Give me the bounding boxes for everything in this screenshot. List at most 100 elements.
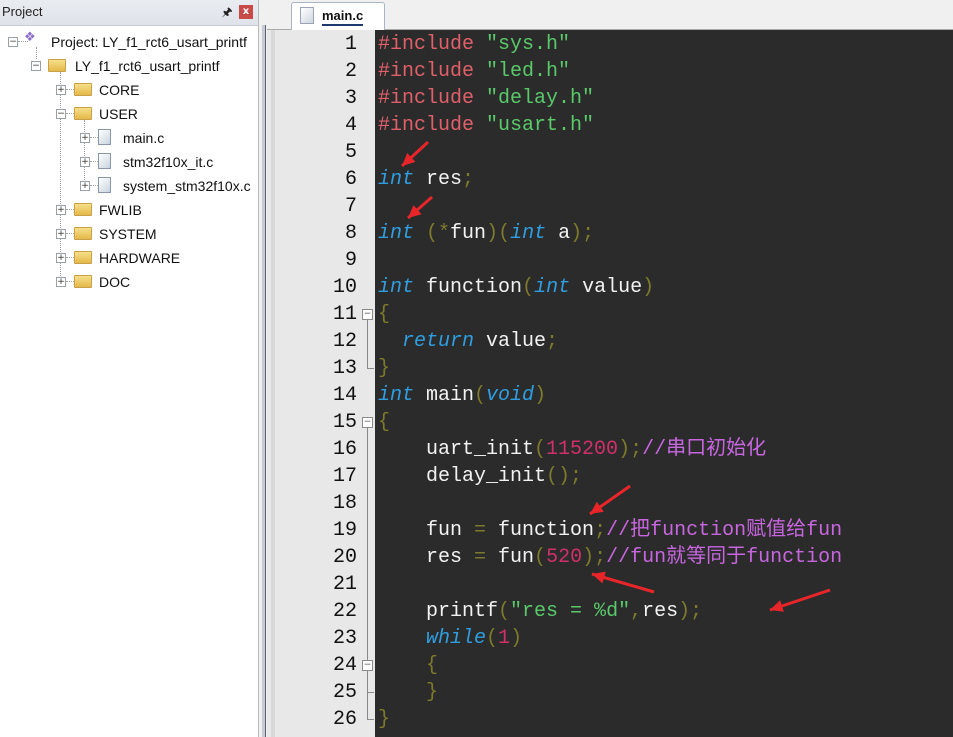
token-punctuation: (	[534, 438, 547, 461]
target-label[interactable]: LY_f1_rct6_usart_printf	[75, 56, 220, 76]
tree-group-fwlib[interactable]: FWLIB	[99, 200, 142, 220]
code-editor[interactable]: #include "sys.h" #include "led.h" #include…	[375, 30, 953, 737]
fold-toggle[interactable]: −	[362, 309, 373, 320]
fold-range-line	[367, 320, 368, 368]
code-line[interactable]: fun = function;//把function赋值给fun	[378, 517, 842, 544]
collapse-toggle[interactable]: −	[31, 61, 41, 71]
line-number: 5	[344, 141, 357, 164]
token-punctuation: );	[618, 438, 643, 461]
token-identifier: function	[414, 276, 523, 299]
c-file-icon	[98, 177, 111, 193]
token-punctuation: (	[498, 600, 511, 623]
expand-toggle[interactable]: +	[80, 157, 90, 167]
project-root-label[interactable]: Project: LY_f1_rct6_usart_printf	[51, 32, 247, 52]
tree-group-core[interactable]: CORE	[99, 80, 139, 100]
tree-file-item[interactable]: system_stm32f10x.c	[123, 176, 251, 196]
line-number: 21	[332, 573, 357, 596]
line-number: 8	[344, 222, 357, 245]
code-line[interactable]: }	[378, 679, 438, 706]
token-identifier: res	[414, 168, 463, 191]
code-line[interactable]: {	[378, 409, 390, 436]
token-keyword: int	[378, 222, 415, 245]
expand-toggle[interactable]: +	[56, 205, 66, 215]
code-line[interactable]: #include "delay.h"	[378, 85, 594, 112]
token-identifier: delay_init	[378, 465, 547, 488]
token-identifier	[378, 681, 426, 704]
tree-group-system[interactable]: SYSTEM	[99, 224, 157, 244]
token-punctuation: {	[426, 654, 439, 677]
code-line[interactable]: }	[378, 706, 390, 733]
token-punctuation: )(	[486, 222, 511, 245]
pushpin-icon[interactable]: 🖈	[221, 5, 233, 19]
tree-line	[60, 72, 61, 282]
expand-toggle[interactable]: +	[80, 181, 90, 191]
code-line[interactable]: {	[378, 301, 390, 328]
close-icon[interactable]: x	[239, 5, 253, 19]
token-punctuation: }	[378, 357, 391, 380]
expand-toggle[interactable]: +	[80, 133, 90, 143]
token-punctuation: ,	[630, 600, 643, 623]
tree-file-item[interactable]: main.c	[123, 128, 164, 148]
token-identifier	[378, 627, 426, 650]
token-keyword: while	[426, 627, 487, 650]
line-number: 23	[332, 627, 357, 650]
token-identifier: main	[414, 384, 475, 407]
project-panel-header: Project 🖈 x	[0, 0, 258, 26]
token-string: "led.h"	[486, 60, 571, 83]
tab-main-c[interactable]: main.c	[291, 2, 385, 30]
token-punctuation: );	[570, 222, 595, 245]
tree-file-item[interactable]: stm32f10x_it.c	[123, 152, 213, 172]
tree-line	[90, 185, 98, 186]
code-line[interactable]: }	[378, 355, 390, 382]
line-number: 13	[332, 357, 357, 380]
fold-toggle[interactable]: −	[362, 417, 373, 428]
token-identifier: res	[378, 546, 475, 569]
editor-tab-bar: main.c	[267, 0, 953, 30]
token-punctuation: );	[582, 546, 607, 569]
token-punctuation: ;	[594, 519, 607, 542]
code-line[interactable]: {	[378, 652, 438, 679]
code-line[interactable]: printf("res = %d",res);	[378, 598, 702, 625]
code-line[interactable]: int (*fun)(int a);	[378, 220, 594, 247]
token-punctuation: {	[378, 303, 391, 326]
code-line[interactable]: delay_init();	[378, 463, 582, 490]
line-number: 24	[332, 654, 357, 677]
token-identifier	[414, 222, 426, 245]
code-line[interactable]: int main(void)	[378, 382, 546, 409]
code-line[interactable]: res = fun(520);//fun就等同于function	[378, 544, 842, 571]
token-punctuation: }	[378, 708, 391, 731]
project-panel-title: Project	[2, 4, 43, 19]
collapse-toggle[interactable]: −	[8, 37, 18, 47]
tree-group-hardware[interactable]: HARDWARE	[99, 248, 180, 268]
tree-line	[36, 47, 37, 59]
tree-group-user[interactable]: USER	[99, 104, 138, 124]
code-line[interactable]: while(1)	[378, 625, 522, 652]
code-line[interactable]: int res;	[378, 166, 474, 193]
token-punctuation: )	[510, 627, 523, 650]
collapse-toggle[interactable]: −	[56, 109, 66, 119]
tree-line	[66, 89, 74, 90]
code-line[interactable]: int function(int value)	[378, 274, 654, 301]
expand-toggle[interactable]: +	[56, 253, 66, 263]
token-keyword: int	[534, 276, 571, 299]
token-punctuation: );	[678, 600, 703, 623]
expand-toggle[interactable]: +	[56, 85, 66, 95]
code-line[interactable]: #include "sys.h"	[378, 31, 570, 58]
line-number: 4	[344, 114, 357, 137]
expand-toggle[interactable]: +	[56, 277, 66, 287]
token-keyword: void	[486, 384, 535, 407]
fold-toggle[interactable]: −	[362, 660, 373, 671]
code-line[interactable]: uart_init(115200);//串口初始化	[378, 436, 766, 463]
panel-splitter[interactable]	[259, 0, 267, 737]
line-number: 18	[332, 492, 357, 515]
token-identifier: printf	[378, 600, 499, 623]
tree-group-doc[interactable]: DOC	[99, 272, 130, 292]
expand-toggle[interactable]: +	[56, 229, 66, 239]
line-number-gutter: 1 2 3 4 5 6 7 8 9 10 11 12 13 14 15 16 17 18 19 20 21 22 23 24 2…	[267, 30, 375, 737]
code-line[interactable]: #include "led.h"	[378, 58, 570, 85]
code-line[interactable]: return value;	[378, 328, 558, 355]
target-icon	[48, 59, 66, 72]
code-line[interactable]: #include "usart.h"	[378, 112, 594, 139]
line-number: 17	[332, 465, 357, 488]
token-identifier: value	[570, 276, 643, 299]
